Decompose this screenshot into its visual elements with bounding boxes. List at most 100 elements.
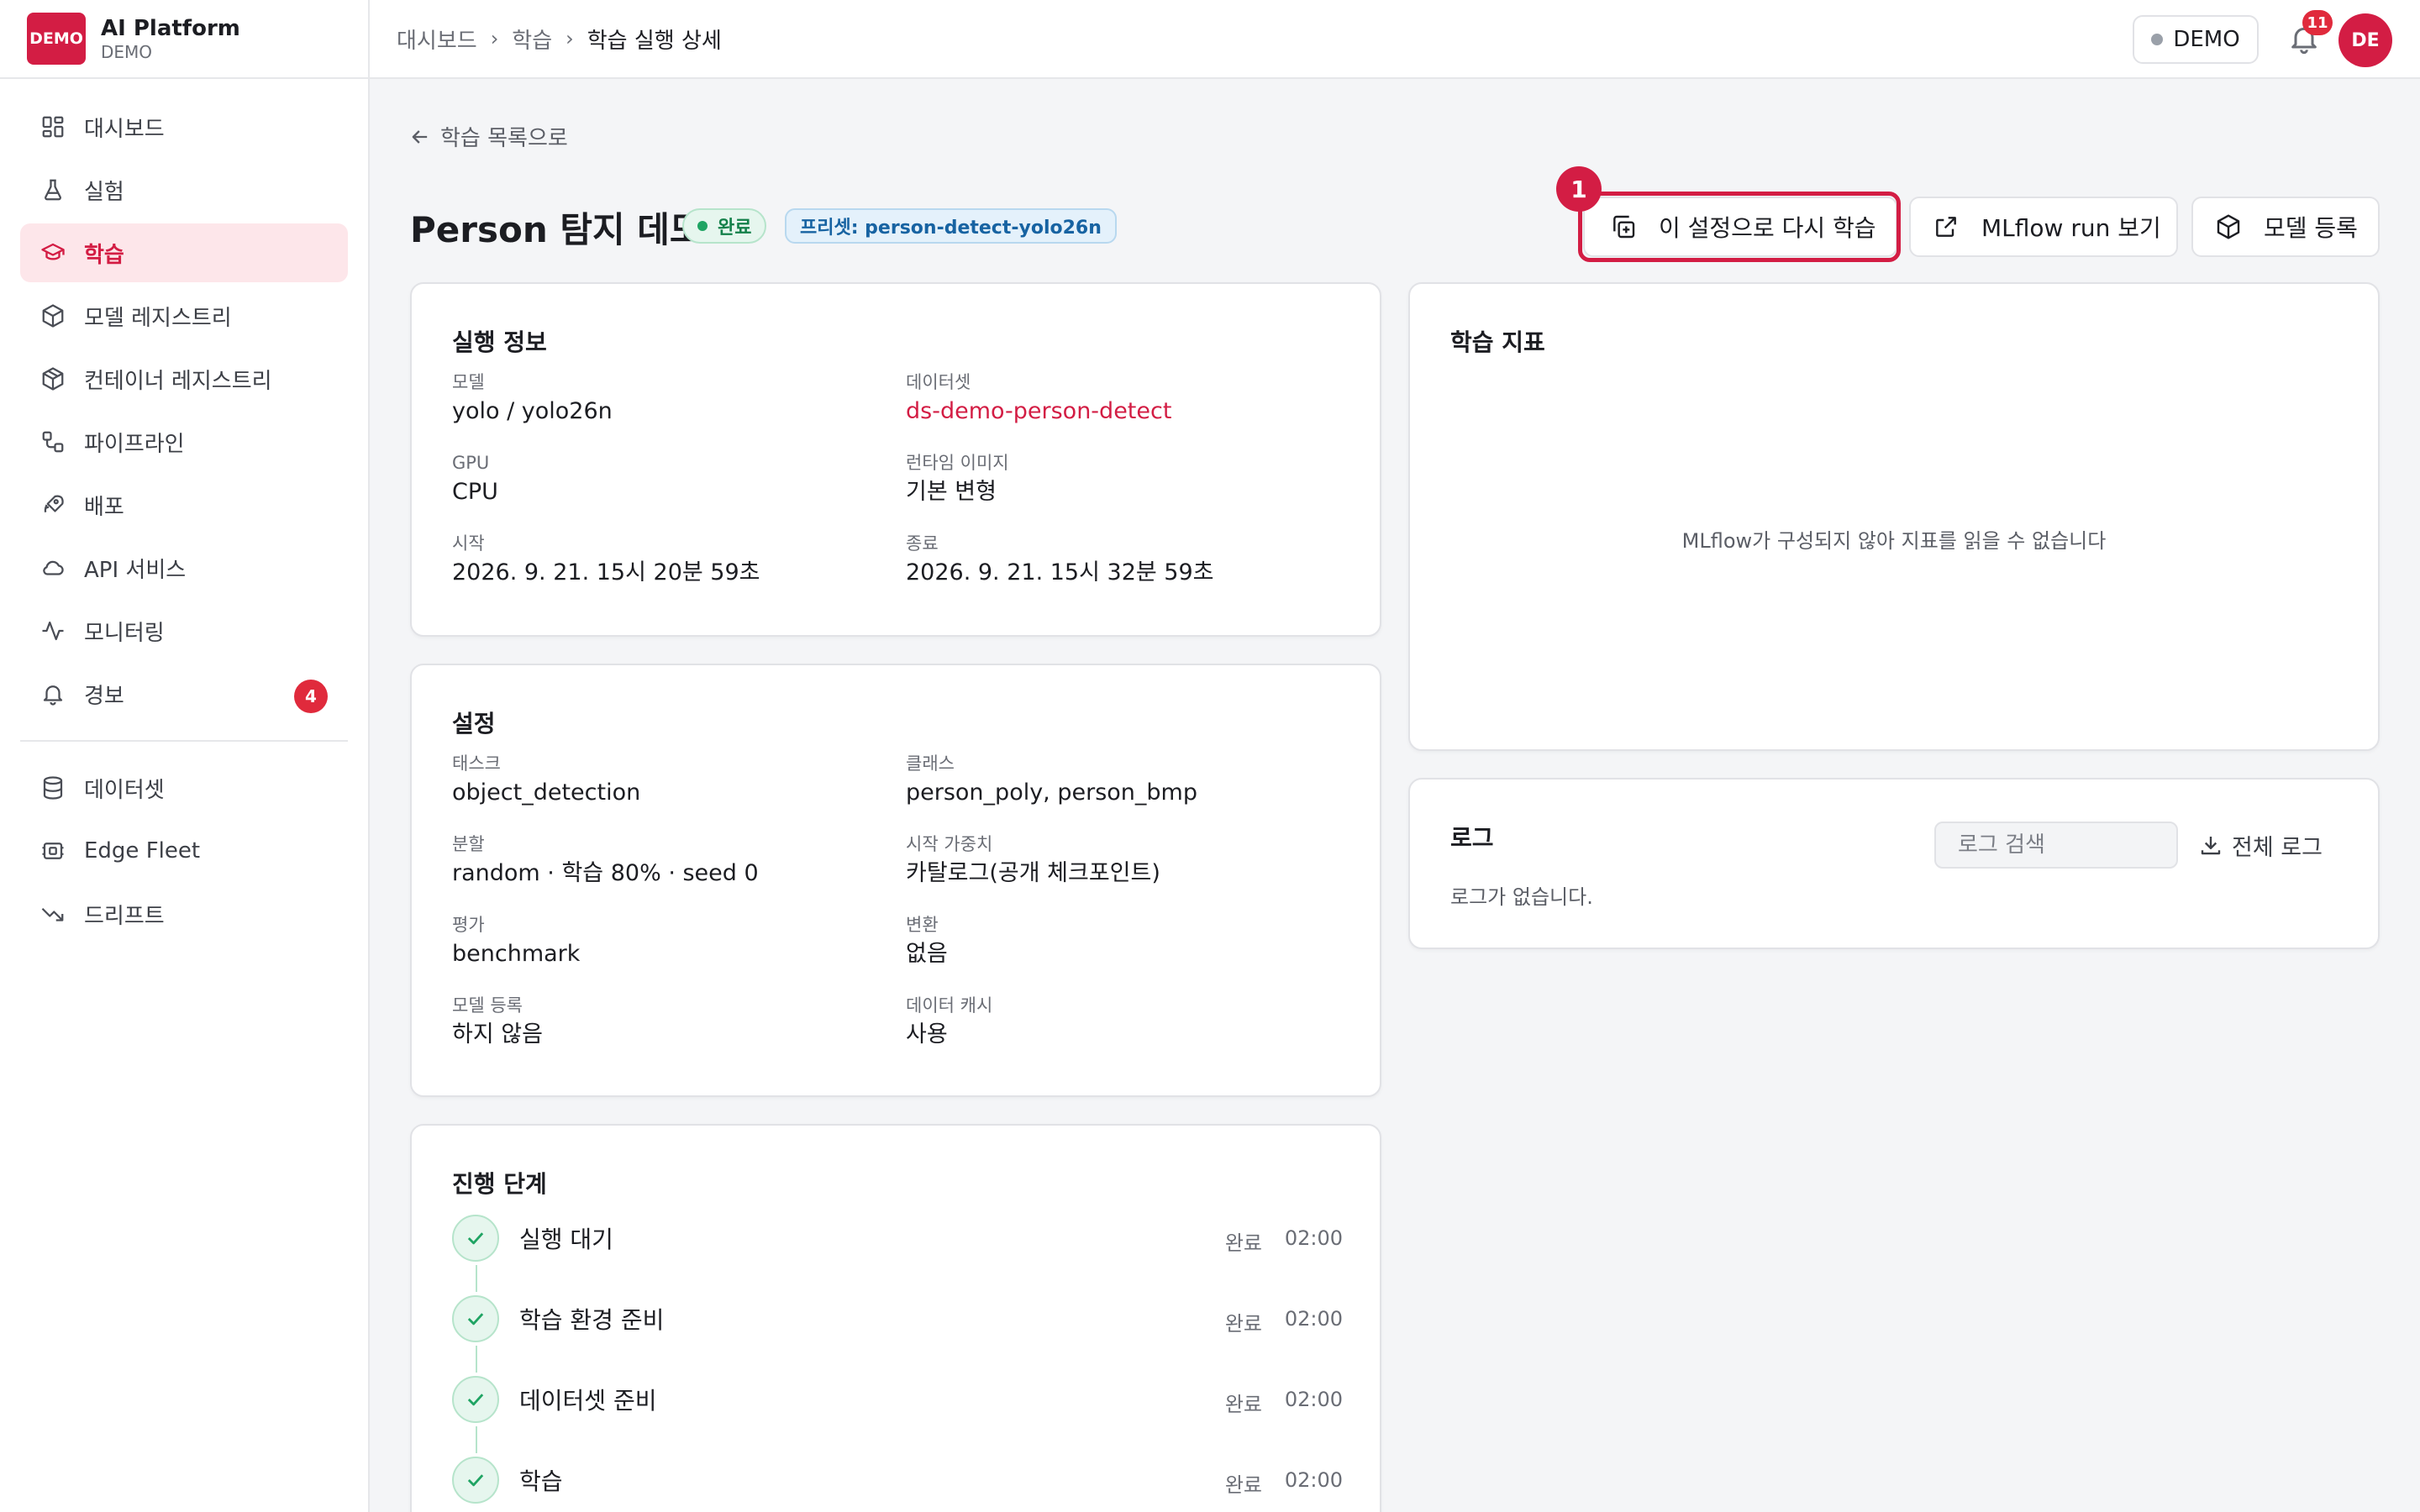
dataset-link[interactable]: ds-demo-person-detect [906,395,1171,428]
sidebar-item-label: 대시보드 [84,116,165,142]
database-icon [40,775,66,801]
sidebar-item-label: Edge Fleet [84,838,201,864]
sidebar-item-drift[interactable]: 드리프트 [20,885,348,943]
field-value: CPU [452,479,498,505]
register-button-label: 모델 등록 [2264,214,2358,242]
page-title: Person 탐지 데모 [410,209,702,250]
sidebar-item-label: 실험 [84,179,124,205]
back-to-list-link[interactable]: 학습 목록으로 [408,121,568,152]
sidebar-item-training[interactable]: 학습 [20,223,348,282]
trending-down-icon [40,901,66,927]
check-icon [452,1457,499,1504]
breadcrumb-training[interactable]: 학습 [512,24,552,55]
field-value: 2026. 9. 21. 15시 32분 59초 [906,559,1214,585]
step-time: 02:00 [1284,1307,1343,1331]
chevron-right-icon: › [566,27,574,50]
full-log-label: 전체 로그 [2232,834,2323,861]
field-value: random · 학습 80% · seed 0 [452,860,759,886]
step-status: 완료 [1224,1312,1262,1336]
topbar: 대시보드 › 학습 › 학습 실행 상세 DEMO 11 DE [370,0,2420,79]
chip-icon [40,838,66,864]
dashboard-icon [40,114,66,139]
sidebar: DEMO AI Platform DEMO 대시보드 실험 학습 모델 레지스트… [0,0,370,1512]
sidebar-item-label: 모니터링 [84,620,165,646]
field-runtime-image: 런타임 이미지 기본 변형 [906,450,1009,509]
breadcrumb: 대시보드 › 학습 › 학습 실행 상세 [397,0,722,77]
step-time: 02:00 [1284,1468,1343,1492]
metrics-title: 학습 지표 [1450,328,1545,356]
cloud-icon [40,555,66,580]
sidebar-item-datasets[interactable]: 데이터셋 [20,759,348,817]
field-value: 없음 [906,941,948,967]
avatar[interactable]: DE [2338,13,2392,67]
progress-steps-card: 진행 단계 실행 대기 완료 02:00 학습 환경 준비 완료 02:00 데… [410,1124,1381,1512]
field-label: 변환 [906,915,939,935]
mlflow-run-button[interactable]: MLflow run 보기 [1909,197,2178,257]
status-label: 완료 [718,218,752,239]
sidebar-item-edge-fleet[interactable]: Edge Fleet [20,822,348,880]
field-label: 모델 등록 [452,995,523,1016]
field-task: 태스크 object_detection [452,751,640,810]
field-value: 하지 않음 [452,1021,543,1047]
field-value: object_detection [452,780,641,806]
container-icon [40,366,66,391]
field-value: person_poly, person_bmp [906,780,1197,806]
sidebar-item-monitoring[interactable]: 모니터링 [20,601,348,660]
arrow-left-icon [412,129,428,144]
sidebar-item-model-registry[interactable]: 모델 레지스트리 [20,286,348,345]
register-model-button[interactable]: 모델 등록 [2191,197,2380,257]
alerts-count-badge: 4 [294,680,328,713]
log-search-input[interactable] [1934,822,2178,869]
step-time: 02:00 [1284,1388,1343,1411]
step-status: 완료 [1224,1393,1262,1416]
status-dot [697,221,708,231]
field-label: 데이터 캐시 [906,995,993,1016]
field-split: 분할 random · 학습 80% · seed 0 [452,832,759,890]
steps-title: 진행 단계 [452,1170,547,1198]
training-metrics-card: 학습 지표 MLflow가 구성되지 않아 지표를 읽을 수 없습니다 [1408,282,2380,751]
step-status: 완료 [1224,1473,1262,1497]
sidebar-item-dashboard[interactable]: 대시보드 [20,97,348,156]
bell-icon [40,681,66,706]
sidebar-divider [20,740,348,742]
back-link-label: 학습 목록으로 [440,126,568,151]
field-value: 2026. 9. 21. 15시 20분 59초 [452,559,760,585]
field-conversion: 변환 없음 [906,912,948,971]
sidebar-item-label: 배포 [84,494,124,520]
field-value: 기본 변형 [906,479,997,505]
pipeline-icon [40,429,66,454]
sidebar-item-container-registry[interactable]: 컨테이너 레지스트리 [20,349,348,408]
field-label: 분할 [452,834,485,854]
flask-icon [40,177,66,202]
sidebar-item-pipelines[interactable]: 파이프라인 [20,412,348,471]
breadcrumb-dashboard[interactable]: 대시보드 [397,24,477,55]
sidebar-item-experiments[interactable]: 실험 [20,160,348,219]
annotation-marker: 1 [1556,166,1602,212]
metrics-empty-message: MLflow가 구성되지 않아 지표를 읽을 수 없습니다 [1681,529,2107,553]
environment-status-dot [2151,34,2164,45]
chevron-right-icon: › [490,27,499,50]
sidebar-item-deployment[interactable]: 배포 [20,475,348,534]
step-item: 데이터셋 준비 완료 02:00 [452,1376,1343,1457]
field-label: 평가 [452,915,485,935]
rocket-icon [40,492,66,517]
full-log-button[interactable]: 전체 로그 [2198,822,2323,869]
sidebar-item-alerts[interactable]: 경보 4 [20,664,348,723]
check-icon [452,1215,499,1262]
brand[interactable]: DEMO AI Platform DEMO [0,0,368,79]
step-status: 완료 [1224,1231,1262,1255]
sidebar-item-api-service[interactable]: API 서비스 [20,538,348,597]
field-start-weights: 시작 가중치 카탈로그(공개 체크포인트) [906,832,1160,890]
field-label: 시작 가중치 [906,834,993,854]
environment-selector[interactable]: DEMO [2133,15,2259,64]
breadcrumb-current: 학습 실행 상세 [587,28,722,54]
download-icon [2201,837,2221,855]
field-value: yolo / yolo26n [452,398,613,424]
check-icon [452,1376,499,1423]
step-item: 실행 대기 완료 02:00 [452,1215,1343,1295]
check-icon [452,1295,499,1342]
logs-title: 로그 [1450,824,1494,852]
sidebar-item-label: 경보 [84,683,124,709]
run-info-card: 실행 정보 모델 yolo / yolo26n 데이터셋 ds-demo-per… [410,282,1381,637]
sidebar-item-label: 컨테이너 레지스트리 [84,368,272,394]
